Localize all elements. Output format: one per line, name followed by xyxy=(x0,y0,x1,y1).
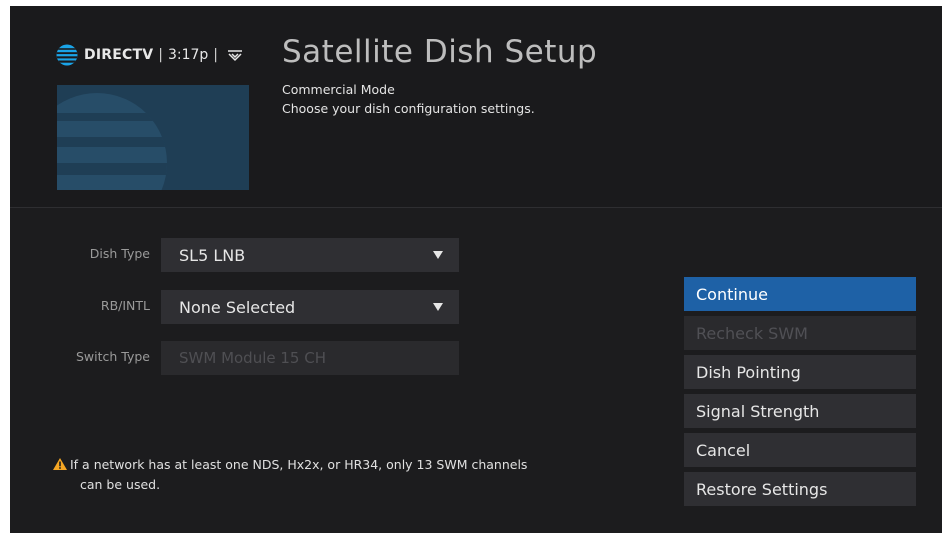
mode-label: Commercial Mode xyxy=(282,82,395,97)
clock: 3:17p xyxy=(167,47,209,63)
rb-intl-value: None Selected xyxy=(179,297,296,317)
separator: | xyxy=(158,47,163,63)
cancel-button[interactable]: Cancel xyxy=(684,433,916,467)
dish-type-dropdown[interactable]: SL5 LNB xyxy=(161,238,459,272)
caret-down-icon xyxy=(433,303,443,311)
dish-pointing-button[interactable]: Dish Pointing xyxy=(684,355,916,389)
separator: | xyxy=(213,47,218,63)
signal-strength-button[interactable]: Signal Strength xyxy=(684,394,916,428)
warning-text-line1: If a network has at least one NDS, Hx2x,… xyxy=(70,457,528,472)
wifi-icon xyxy=(228,50,242,62)
caret-down-icon xyxy=(433,251,443,259)
live-tv-preview xyxy=(57,85,249,190)
att-globe-icon xyxy=(56,44,78,66)
continue-button[interactable]: Continue xyxy=(684,277,916,311)
warning-icon xyxy=(53,458,67,470)
dish-type-label: Dish Type xyxy=(89,246,150,261)
restore-settings-button[interactable]: Restore Settings xyxy=(684,472,916,506)
switch-type-field: SWM Module 15 CH xyxy=(161,341,459,375)
recheck-swm-button[interactable]: Recheck SWM xyxy=(684,316,916,350)
page-title: Satellite Dish Setup xyxy=(282,34,598,70)
dish-type-value: SL5 LNB xyxy=(179,245,246,265)
switch-type-value: SWM Module 15 CH xyxy=(179,349,326,367)
header: DIRECTV | 3:17p | Satellite Dish Setup C… xyxy=(10,6,942,208)
att-globe-watermark-icon xyxy=(57,93,167,190)
switch-type-label: Switch Type xyxy=(75,349,150,364)
swm-warning: If a network has at least one NDS, Hx2x,… xyxy=(53,455,653,495)
tv-screen: DIRECTV | 3:17p | Satellite Dish Setup C… xyxy=(10,6,942,533)
rb-intl-dropdown[interactable]: None Selected xyxy=(161,290,459,324)
status-bar: DIRECTV | 3:17p | xyxy=(56,44,243,66)
rb-intl-label: RB/INTL xyxy=(100,298,150,313)
instruction-text: Choose your dish configuration settings. xyxy=(282,101,535,116)
warning-text-line2: can be used. xyxy=(80,477,161,492)
brand-name: DIRECTV xyxy=(84,47,154,63)
